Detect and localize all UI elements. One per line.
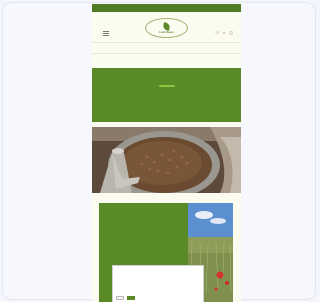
main-navigation — [92, 42, 241, 54]
header-icons: ⚇ ⌕ ◫ — [215, 31, 233, 35]
hero-line — [92, 68, 241, 74]
cart-icon[interactable]: ◫ — [229, 31, 233, 35]
hero-banner — [92, 68, 241, 122]
cookie-decline-button[interactable] — [116, 296, 124, 300]
cookie-accept-button[interactable] — [127, 296, 135, 300]
site-logo[interactable]: Landhaus — [145, 18, 188, 38]
mobile-page[interactable]: Landhaus ⚇ ⌕ ◫ — [92, 4, 241, 302]
search-icon[interactable]: ⌕ — [223, 31, 225, 35]
cookie-buttons — [116, 296, 135, 300]
cookie-consent-dialog[interactable] — [112, 265, 204, 302]
milling-photo — [92, 127, 241, 193]
announcement-bar — [92, 4, 241, 12]
logo-text: Landhaus — [159, 29, 174, 34]
site-header: Landhaus ⚇ ⌕ ◫ — [92, 12, 241, 42]
menu-icon[interactable] — [103, 31, 109, 36]
hero-cta-button[interactable] — [158, 85, 175, 87]
cookie-body — [113, 269, 203, 271]
feature-heading — [99, 203, 188, 213]
user-icon[interactable]: ⚇ — [215, 31, 219, 35]
